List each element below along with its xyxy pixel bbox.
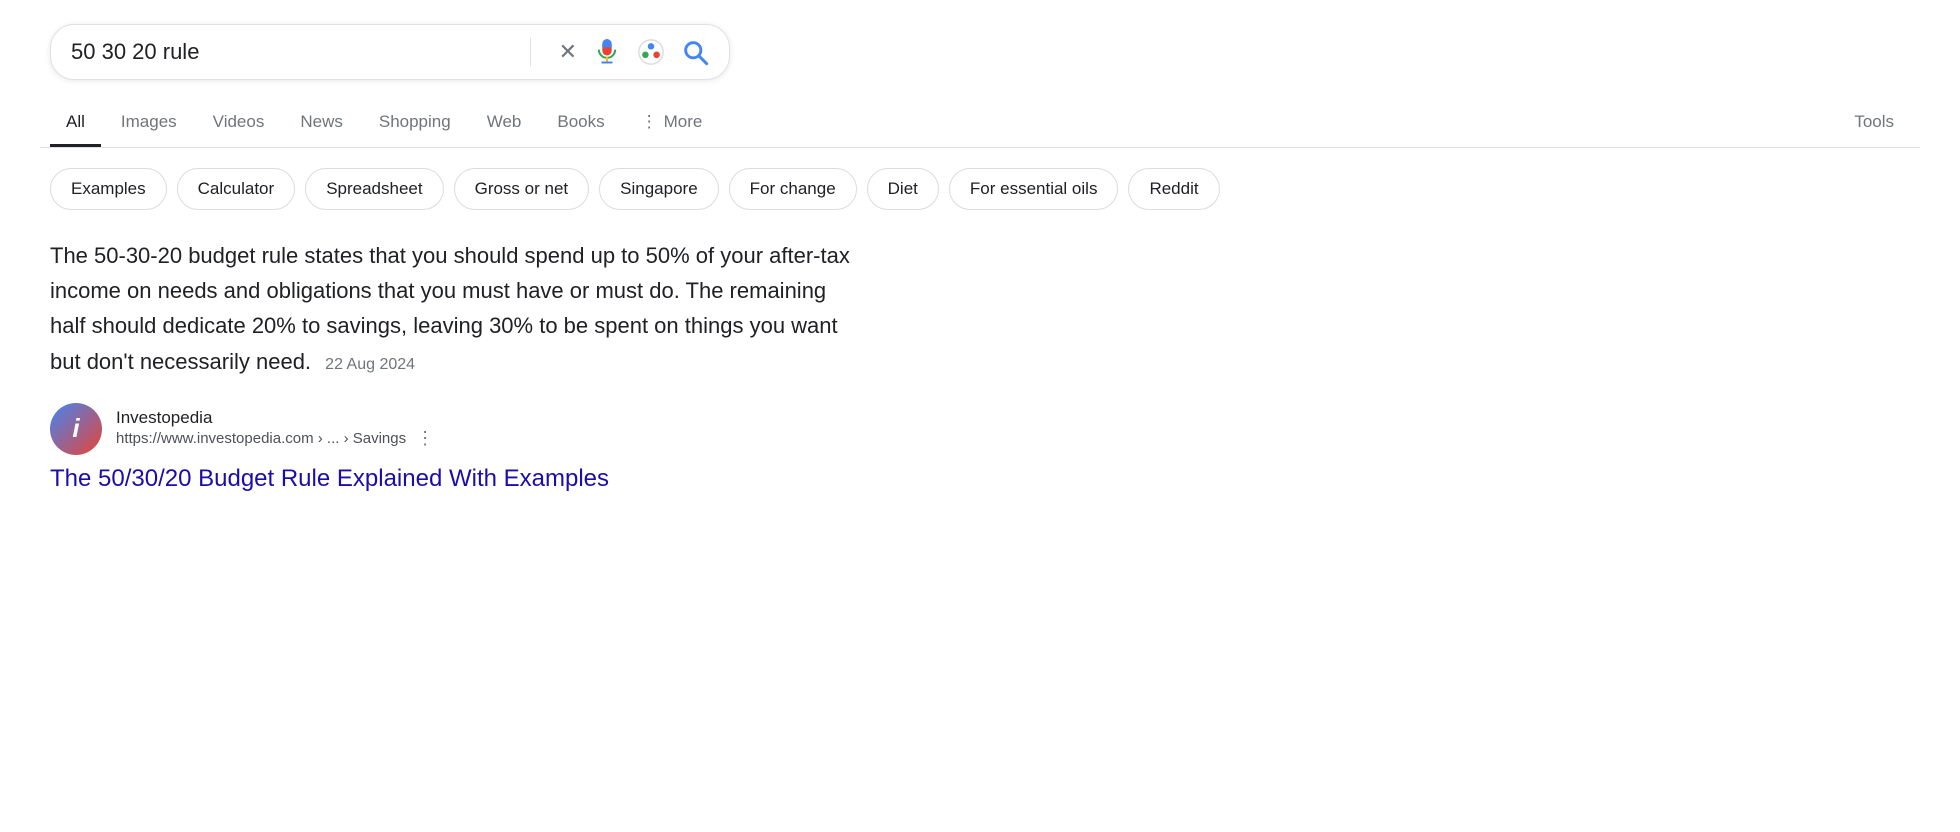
source-row: i Investopedia https://www.investopedia.…: [50, 403, 850, 455]
result-title[interactable]: The 50/30/20 Budget Rule Explained With …: [50, 465, 850, 493]
pill-examples[interactable]: Examples: [50, 168, 167, 210]
search-query: 50 30 20 rule: [71, 39, 518, 65]
snippet-date: 22 Aug 2024: [325, 356, 415, 373]
source-info: Investopedia https://www.investopedia.co…: [116, 408, 434, 449]
featured-snippet: The 50-30-20 budget rule states that you…: [50, 238, 850, 379]
source-url-row: https://www.investopedia.com › ... › Sav…: [116, 428, 434, 449]
tab-news[interactable]: News: [284, 100, 359, 147]
snippet-text: The 50-30-20 budget rule states that you…: [50, 243, 850, 374]
source-logo: i: [50, 403, 102, 455]
tab-shopping[interactable]: Shopping: [363, 100, 467, 147]
mic-icon[interactable]: [593, 38, 621, 66]
pill-for-change[interactable]: For change: [729, 168, 857, 210]
search-bar-container: 50 30 20 rule ✕: [40, 24, 1920, 80]
pill-spreadsheet[interactable]: Spreadsheet: [305, 168, 443, 210]
tab-books[interactable]: Books: [541, 100, 620, 147]
source-menu-icon[interactable]: ⋮: [416, 428, 434, 449]
tab-images[interactable]: Images: [105, 100, 193, 147]
lens-icon[interactable]: [637, 38, 665, 66]
search-bar[interactable]: 50 30 20 rule ✕: [50, 24, 730, 80]
pill-calculator[interactable]: Calculator: [177, 168, 296, 210]
pill-gross-or-net[interactable]: Gross or net: [454, 168, 590, 210]
tab-all[interactable]: All: [50, 100, 101, 147]
source-name: Investopedia: [116, 408, 434, 428]
search-divider: [530, 38, 531, 66]
nav-tabs: All Images Videos News Shopping Web Book…: [40, 100, 1920, 148]
tab-tools[interactable]: Tools: [1838, 100, 1910, 147]
tab-more[interactable]: ⋮ More: [625, 100, 719, 147]
suggestion-pills: Examples Calculator Spreadsheet Gross or…: [40, 168, 1920, 210]
pill-reddit[interactable]: Reddit: [1128, 168, 1219, 210]
pill-for-essential-oils[interactable]: For essential oils: [949, 168, 1119, 210]
source-url: https://www.investopedia.com › ... › Sav…: [116, 430, 406, 447]
clear-icon[interactable]: ✕: [559, 39, 577, 65]
pill-singapore[interactable]: Singapore: [599, 168, 719, 210]
pill-diet[interactable]: Diet: [867, 168, 939, 210]
source-logo-letter: i: [72, 413, 79, 444]
main-content: The 50-30-20 budget rule states that you…: [40, 238, 860, 493]
search-icon-group: ✕: [559, 38, 709, 66]
tab-videos[interactable]: Videos: [197, 100, 281, 147]
tab-web[interactable]: Web: [471, 100, 538, 147]
search-button-icon[interactable]: [681, 38, 709, 66]
